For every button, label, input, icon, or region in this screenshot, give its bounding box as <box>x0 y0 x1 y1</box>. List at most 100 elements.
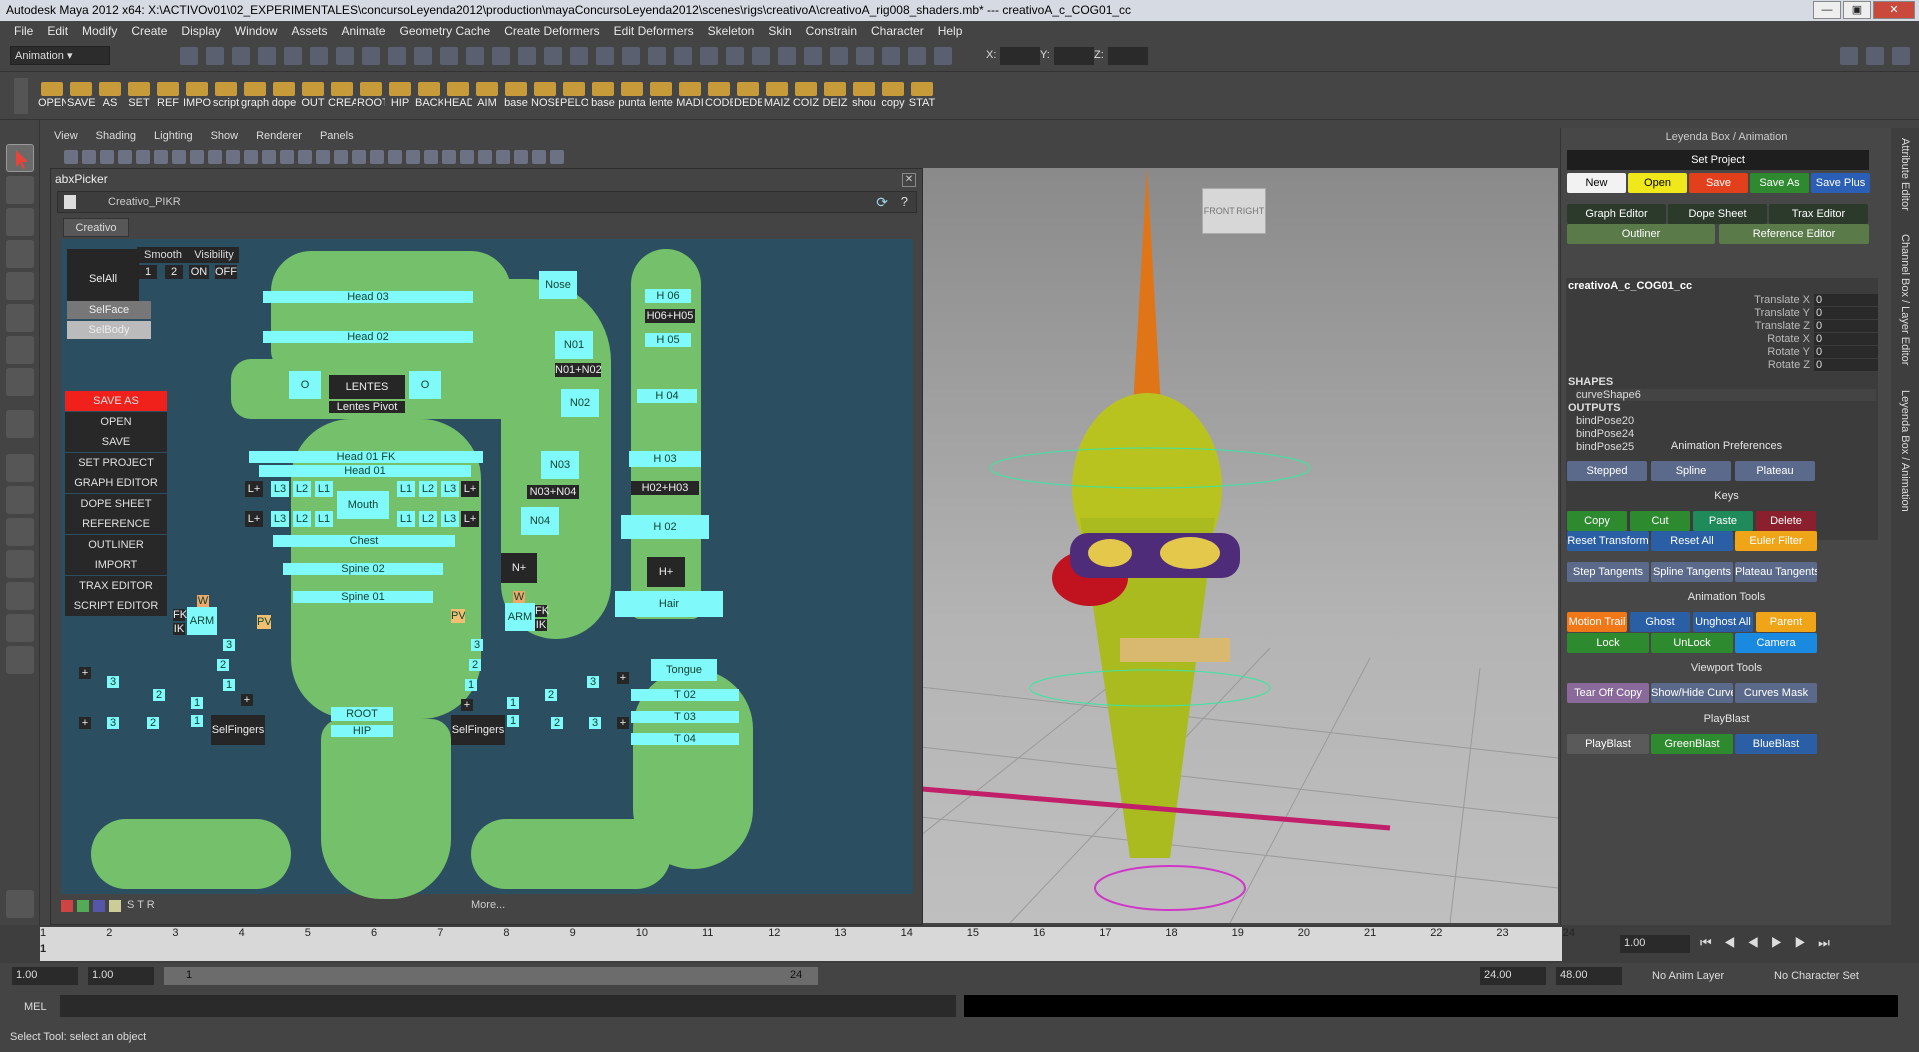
smooth-2-button[interactable]: 2 <box>165 265 183 279</box>
smooth-1-button[interactable]: 1 <box>139 265 157 279</box>
menu-skin[interactable]: Skin <box>768 24 791 38</box>
lentes-pivot-button[interactable]: Lentes Pivot <box>329 401 405 413</box>
status-tool-icon[interactable] <box>752 47 770 65</box>
status-tool-icon[interactable] <box>700 47 718 65</box>
key-delete-button[interactable]: Delete <box>1756 511 1816 531</box>
lip-plus-right-lower[interactable]: L+ <box>461 511 479 527</box>
finger-button-4[interactable]: 2 <box>153 689 165 701</box>
tongue-button[interactable]: Tongue <box>651 659 717 681</box>
y-field[interactable] <box>1054 47 1094 65</box>
shelf-button-set[interactable]: SET <box>125 82 153 109</box>
head-03-button[interactable]: Head 03 <box>263 291 473 303</box>
status-tool-icon[interactable] <box>726 47 744 65</box>
lip-upper-5[interactable]: L3 <box>441 481 459 497</box>
playblast-button-0[interactable]: PlayBlast <box>1567 734 1649 754</box>
anim-layer-select[interactable]: No Anim Layer <box>1652 970 1724 982</box>
shelf-menu-icon[interactable] <box>14 78 28 114</box>
finger-button-11[interactable]: 1 <box>465 679 477 691</box>
status-tool-icon[interactable] <box>674 47 692 65</box>
file-save-button[interactable]: Save <box>1689 173 1748 193</box>
shelf-button-crea[interactable]: CREA <box>328 82 356 109</box>
color-yellow-swatch[interactable] <box>109 900 121 912</box>
select-all-button[interactable]: SelAll <box>67 249 139 309</box>
lip-upper-4[interactable]: L2 <box>419 481 437 497</box>
visibility-off-button[interactable]: OFF <box>215 265 237 279</box>
panel-layout-icon[interactable] <box>1866 47 1884 65</box>
color-blue-swatch[interactable] <box>93 900 105 912</box>
eye-right-button[interactable]: O <box>409 371 441 399</box>
select-tool-icon[interactable] <box>6 144 34 172</box>
select-body-button[interactable]: SelBody <box>67 321 151 339</box>
playback-controls[interactable]: ⏮◀◀▶▶⏭ <box>1700 935 1842 951</box>
panel-menu-view[interactable]: View <box>54 130 78 144</box>
help-icon[interactable]: ? <box>901 194 908 209</box>
shelf-button-ref[interactable]: REF <box>154 82 182 109</box>
arm-right-fk-button[interactable]: FK <box>535 605 549 617</box>
panel-menu-show[interactable]: Show <box>211 130 239 144</box>
status-tool-icon[interactable] <box>908 47 926 65</box>
panel-tool-icon[interactable] <box>136 150 150 164</box>
panel-menu-shading[interactable]: Shading <box>96 130 136 144</box>
outliner-button[interactable]: Outliner <box>1567 224 1715 244</box>
status-tool-icon[interactable] <box>622 47 640 65</box>
refresh-icon[interactable]: ⟳ <box>876 194 888 211</box>
range-bar[interactable]: 1 24 <box>164 967 818 985</box>
pref-spline-button[interactable]: Spline <box>1651 461 1731 481</box>
side-button-open[interactable]: OPEN <box>65 411 167 432</box>
status-tool-icon[interactable] <box>206 47 224 65</box>
finger-button-5[interactable]: 1 <box>191 697 203 709</box>
shelf-button-base[interactable]: base <box>502 82 530 109</box>
z-field[interactable] <box>1108 47 1148 65</box>
panel-tool-icon[interactable] <box>118 150 132 164</box>
playblast-button-2[interactable]: BlueBlast <box>1735 734 1817 754</box>
status-tool-icon[interactable] <box>466 47 484 65</box>
status-tool-icon[interactable] <box>232 47 250 65</box>
last-tool-icon[interactable] <box>6 410 34 438</box>
panel-tool-icon[interactable] <box>496 150 510 164</box>
finger-plus-3[interactable]: + <box>617 672 629 684</box>
panel-tool-icon[interactable] <box>460 150 474 164</box>
status-tool-icon[interactable] <box>856 47 874 65</box>
finger-button-7[interactable]: 2 <box>147 717 159 729</box>
channel-value-2[interactable]: 0 <box>1814 320 1878 332</box>
shelf-button-base[interactable]: base <box>589 82 617 109</box>
layout-options-icon[interactable] <box>6 646 34 674</box>
h02-h03-button[interactable]: H02+H03 <box>631 481 699 495</box>
shelf-button-save[interactable]: SAVE <box>67 82 95 109</box>
menu-constrain[interactable]: Constrain <box>806 24 857 38</box>
status-tool-icon[interactable] <box>934 47 952 65</box>
layout-icon[interactable] <box>6 518 34 546</box>
panel-tool-icon[interactable] <box>100 150 114 164</box>
side-button-graph-editor[interactable]: GRAPH EDITOR <box>65 473 167 493</box>
shape-item[interactable]: curveShape6 <box>1576 389 1876 401</box>
menu-modify[interactable]: Modify <box>82 24 117 38</box>
visibility-on-button[interactable]: ON <box>189 265 209 279</box>
tangent-button-0[interactable]: Step Tangents <box>1567 562 1649 582</box>
lip-plus-right-upper[interactable]: L+ <box>461 481 479 497</box>
shelf-button-madi[interactable]: MADI <box>676 82 704 109</box>
select-fingers-left[interactable]: SelFingers <box>211 715 265 745</box>
panel-layout-icon[interactable] <box>1892 47 1910 65</box>
shelf-button-out[interactable]: OUT <box>299 82 327 109</box>
n-plus-button[interactable]: N+ <box>501 553 537 583</box>
panel-tool-icon[interactable] <box>334 150 348 164</box>
shelf-button-dope[interactable]: dope <box>270 82 298 109</box>
root-button[interactable]: ROOT <box>331 707 393 721</box>
eye-left-button[interactable]: O <box>289 371 321 399</box>
finger-button-15[interactable]: 3 <box>589 717 601 729</box>
paint-select-icon[interactable] <box>6 208 34 236</box>
menu-create-deformers[interactable]: Create Deformers <box>504 24 599 38</box>
side-button-save[interactable]: SAVE <box>65 432 167 452</box>
soft-mod-icon[interactable] <box>6 368 34 396</box>
dope-sheet-button[interactable]: Dope Sheet <box>1668 204 1767 224</box>
hip-button[interactable]: HIP <box>331 725 393 737</box>
n04-button[interactable]: N04 <box>521 507 559 535</box>
menu-display[interactable]: Display <box>181 24 220 38</box>
n02-button[interactable]: N02 <box>561 389 599 417</box>
menu-help[interactable]: Help <box>938 24 963 38</box>
t04-button[interactable]: T 04 <box>631 733 739 745</box>
tab-creativo[interactable]: Creativo <box>63 218 129 237</box>
shelf-button-deiz[interactable]: DEIZ <box>821 82 849 109</box>
finger-button-16[interactable]: 2 <box>551 717 563 729</box>
status-tool-icon[interactable] <box>388 47 406 65</box>
